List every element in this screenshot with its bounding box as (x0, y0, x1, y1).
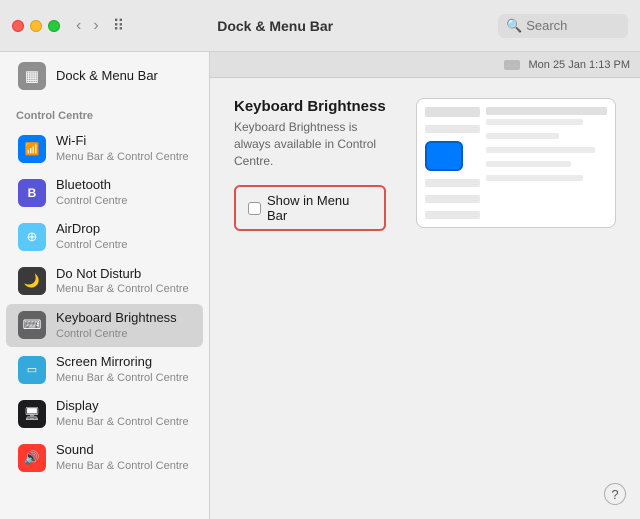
sidebar-item-bluetooth[interactable]: B Bluetooth Control Centre (6, 171, 203, 214)
checkbox-box[interactable] (248, 202, 261, 215)
checkbox-label: Show in Menu Bar (267, 193, 372, 223)
sidebar-item-keyboard[interactable]: ⌨ Keyboard Brightness Control Centre (6, 304, 203, 347)
keyboard-sublabel: Control Centre (56, 327, 177, 341)
airdrop-sublabel: Control Centre (56, 238, 128, 252)
sidebar-item-donotdisturb[interactable]: 🌙 Do Not Disturb Menu Bar & Control Cent… (6, 260, 203, 303)
sound-icon: 🔊 (18, 444, 46, 472)
airdrop-icon: ⊕ (18, 223, 46, 251)
donotdisturb-label: Do Not Disturb (56, 266, 189, 283)
show-in-menubar-checkbox[interactable]: Show in Menu Bar (234, 185, 386, 231)
sound-sublabel: Menu Bar & Control Centre (56, 459, 189, 473)
preview-topbar: Mon 25 Jan 1:13 PM (210, 52, 640, 78)
bluetooth-sublabel: Control Centre (56, 194, 128, 208)
preview-mockup (416, 98, 616, 499)
control-centre-section-label: Control Centre (0, 100, 209, 126)
topbar-datetime: Mon 25 Jan 1:13 PM (528, 59, 630, 71)
display-label: Display (56, 398, 189, 415)
dock-menubar-text: Dock & Menu Bar (56, 68, 158, 85)
airdrop-label: AirDrop (56, 221, 128, 238)
bluetooth-icon: B (18, 179, 46, 207)
search-icon: 🔍 (506, 18, 522, 34)
content-pane: Mon 25 Jan 1:13 PM Keyboard Brightness K… (210, 52, 640, 519)
dock-menubar-label: Dock & Menu Bar (56, 68, 158, 85)
sidebar-item-display[interactable]: 🖥 Display Menu Bar & Control Centre (6, 392, 203, 435)
mockup-main-col (486, 107, 607, 219)
main-container: ▦ Dock & Menu Bar Control Centre 📶 Wi-Fi… (0, 52, 640, 519)
mirroring-label: Screen Mirroring (56, 354, 189, 371)
help-button[interactable]: ? (604, 483, 626, 505)
sidebar-item-sound[interactable]: 🔊 Sound Menu Bar & Control Centre (6, 436, 203, 479)
bluetooth-label: Bluetooth (56, 177, 128, 194)
topbar-icon (504, 60, 520, 70)
settings-panel: Keyboard Brightness Keyboard Brightness … (210, 78, 640, 519)
setting-title: Keyboard Brightness (234, 98, 386, 115)
mockup-sidebar-col (425, 107, 480, 219)
wifi-label: Wi-Fi (56, 133, 189, 150)
sidebar-item-airdrop[interactable]: ⊕ AirDrop Control Centre (6, 215, 203, 258)
titlebar: ‹ › ⠿ Dock & Menu Bar 🔍 (0, 0, 640, 52)
mirroring-sublabel: Menu Bar & Control Centre (56, 371, 189, 385)
wifi-icon: 📶 (18, 135, 46, 163)
wifi-sublabel: Menu Bar & Control Centre (56, 150, 189, 164)
display-sublabel: Menu Bar & Control Centre (56, 415, 189, 429)
dock-menubar-icon: ▦ (18, 62, 46, 90)
mockup-screen (416, 98, 616, 228)
sidebar-item-dock-menubar[interactable]: ▦ Dock & Menu Bar (6, 54, 203, 98)
keyboard-label: Keyboard Brightness (56, 310, 177, 327)
sidebar: ▦ Dock & Menu Bar Control Centre 📶 Wi-Fi… (0, 52, 210, 519)
sound-label: Sound (56, 442, 189, 459)
keyboard-icon: ⌨ (18, 311, 46, 339)
mirroring-icon: ▭ (18, 356, 46, 384)
close-button[interactable] (12, 20, 24, 32)
donotdisturb-sublabel: Menu Bar & Control Centre (56, 282, 189, 296)
display-icon: 🖥 (18, 400, 46, 428)
setting-description: Keyboard Brightness is always available … (234, 119, 386, 169)
minimize-button[interactable] (30, 20, 42, 32)
settings-left: Keyboard Brightness Keyboard Brightness … (234, 98, 386, 499)
donotdisturb-icon: 🌙 (18, 267, 46, 295)
search-input[interactable] (526, 18, 616, 33)
window-title: Dock & Menu Bar (52, 18, 498, 34)
search-box[interactable]: 🔍 (498, 14, 628, 38)
sidebar-item-mirroring[interactable]: ▭ Screen Mirroring Menu Bar & Control Ce… (6, 348, 203, 391)
sidebar-item-wifi[interactable]: 📶 Wi-Fi Menu Bar & Control Centre (6, 127, 203, 170)
